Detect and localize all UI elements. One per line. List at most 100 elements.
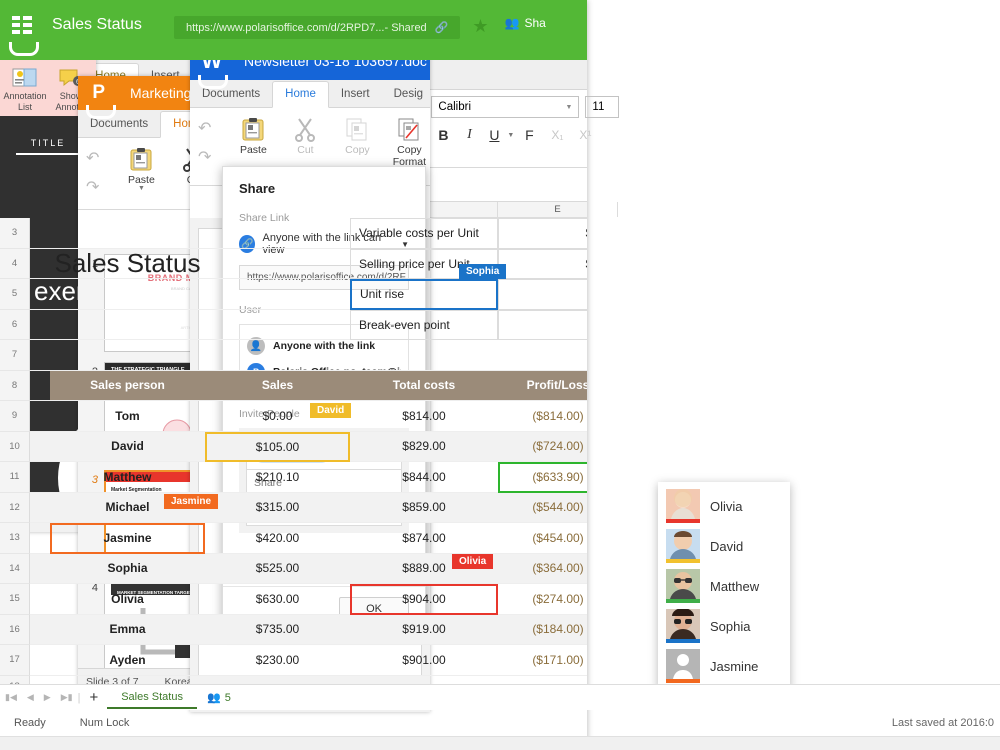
table-row[interactable]: 16 Emma $735.00 $919.00 ($184.00) bbox=[0, 615, 587, 646]
cell-profit-selected-matthew[interactable]: ($633.90) bbox=[498, 462, 587, 493]
row-header[interactable]: 9 bbox=[0, 401, 30, 432]
cell-profit[interactable]: ($724.00) bbox=[498, 432, 587, 463]
grid-row[interactable]: 7 bbox=[0, 340, 587, 371]
row-header[interactable]: 6 bbox=[0, 310, 30, 341]
collaborator-count[interactable]: 👥 5 bbox=[197, 691, 231, 704]
cell-e6[interactable]: 1 bbox=[498, 310, 587, 341]
cell-c6[interactable] bbox=[205, 310, 350, 341]
cell-c7[interactable] bbox=[205, 340, 350, 371]
cell-a9[interactable] bbox=[30, 401, 50, 432]
cell-profit[interactable]: ($814.00) bbox=[498, 401, 587, 432]
cell-e5[interactable] bbox=[498, 279, 587, 310]
sheet-font-group[interactable]: Calibri ▼ 11 B I U ▼ F X₁ X¹ bbox=[421, 94, 619, 143]
cell-sales[interactable]: $420.00 bbox=[205, 523, 350, 554]
table-header-row[interactable]: 8 Sales person Sales Total costs Profit/… bbox=[0, 371, 587, 402]
row-header[interactable]: 11 bbox=[0, 462, 30, 493]
cell-person[interactable]: Sophia bbox=[50, 554, 205, 585]
cell-a10[interactable] bbox=[30, 432, 50, 463]
cell-costs[interactable]: $829.00 bbox=[350, 432, 498, 463]
italic-button[interactable]: I bbox=[457, 127, 481, 143]
collaborator-popup[interactable]: Olivia David Matthew Sophia bbox=[658, 482, 790, 690]
sheet-url-field[interactable]: https://www.polarisoffice.com/d/2RPD7...… bbox=[174, 16, 460, 39]
cell-a3[interactable] bbox=[30, 218, 50, 249]
cell-b4-title[interactable]: Sales Status bbox=[50, 249, 205, 280]
word-tab-insert[interactable]: Insert bbox=[329, 82, 382, 107]
cell-b5[interactable] bbox=[50, 279, 205, 310]
cell-profit[interactable]: ($364.00) bbox=[498, 554, 587, 585]
cell-sales[interactable]: $315.00 bbox=[205, 493, 350, 524]
cell-costs[interactable]: $874.00 bbox=[350, 523, 498, 554]
cell-b6[interactable] bbox=[50, 310, 205, 341]
cell-e3[interactable]: $1.0 bbox=[498, 218, 587, 249]
cell-a6[interactable] bbox=[30, 310, 50, 341]
cell-sales[interactable]: $630.00 bbox=[205, 584, 350, 615]
cell-sales[interactable]: $525.00 bbox=[205, 554, 350, 585]
row-header[interactable]: 17 bbox=[0, 645, 30, 676]
link-pen-icon[interactable]: 🔗 bbox=[435, 21, 449, 34]
row-header[interactable]: 4 bbox=[0, 249, 30, 280]
font-size-select[interactable]: 11 bbox=[585, 96, 619, 118]
cell-profit[interactable]: ($274.00) bbox=[498, 584, 587, 615]
undo-icon[interactable]: ↶ bbox=[86, 148, 99, 168]
cell-b3[interactable] bbox=[50, 218, 205, 249]
cell-a14[interactable] bbox=[30, 554, 50, 585]
undo-icon[interactable]: ↶ bbox=[198, 118, 211, 138]
last-sheet-icon[interactable]: ▶▮ bbox=[56, 692, 78, 703]
next-sheet-icon[interactable]: ▶ bbox=[39, 692, 56, 703]
row-header[interactable]: 16 bbox=[0, 615, 30, 646]
cell-profit[interactable]: ($184.00) bbox=[498, 615, 587, 646]
cell-a15[interactable] bbox=[30, 584, 50, 615]
bold-button[interactable]: B bbox=[431, 127, 455, 143]
cell-profit[interactable]: ($171.00) bbox=[498, 645, 587, 676]
cell-costs-selected-olivia[interactable]: $904.00 bbox=[350, 584, 498, 615]
grid-menu-icon[interactable] bbox=[0, 16, 46, 34]
cell-d5-selected[interactable]: Unit rise bbox=[350, 279, 498, 310]
table-row[interactable]: 15 Olivia $630.00 $904.00 ($274.00) bbox=[0, 584, 587, 615]
cell-person[interactable]: Matthew bbox=[50, 462, 205, 493]
word-copy-format-button[interactable]: Copy Format bbox=[383, 112, 430, 168]
chevron-down-icon[interactable]: ▼ bbox=[138, 186, 145, 192]
share-button[interactable]: 👥 Sha bbox=[505, 16, 546, 30]
cell-costs[interactable]: $859.00 bbox=[350, 493, 498, 524]
table-row[interactable]: 9 Tom $0.00 $814.00 ($814.00) bbox=[0, 401, 587, 432]
cell-costs[interactable]: $901.00 bbox=[350, 645, 498, 676]
word-cut-button[interactable]: Cut bbox=[279, 112, 331, 156]
cell-a7[interactable] bbox=[30, 340, 50, 371]
cell-e7[interactable] bbox=[498, 340, 587, 371]
plus-icon[interactable]: + bbox=[80, 689, 107, 706]
column-header-e[interactable]: E bbox=[498, 202, 618, 217]
sheet-tab-sales-status[interactable]: Sales Status bbox=[107, 687, 197, 709]
cell-b7[interactable] bbox=[50, 340, 205, 371]
collaborator-row[interactable]: Jasmine bbox=[658, 646, 790, 686]
cell-profit[interactable]: ($454.00) bbox=[498, 523, 587, 554]
row-header[interactable]: 8 bbox=[0, 371, 30, 402]
cell-d6[interactable]: Break-even point bbox=[350, 310, 498, 341]
row-header[interactable]: 13 bbox=[0, 523, 30, 554]
cell-person[interactable]: Emma bbox=[50, 615, 205, 646]
cell-person[interactable]: David bbox=[50, 432, 205, 463]
star-icon[interactable]: ★ bbox=[472, 16, 488, 37]
row-header[interactable]: 10 bbox=[0, 432, 30, 463]
cell-person[interactable]: Ayden bbox=[50, 645, 205, 676]
annotation-list-button[interactable]: Annotation List bbox=[2, 62, 48, 112]
redo-icon[interactable]: ↷ bbox=[198, 147, 211, 167]
collaborator-row[interactable]: David bbox=[658, 526, 790, 566]
cell-person[interactable]: Tom bbox=[50, 401, 205, 432]
table-row[interactable]: 14 Sophia $525.00 $889.00 ($364.00) bbox=[0, 554, 587, 585]
cell-costs[interactable]: $919.00 bbox=[350, 615, 498, 646]
font-name-select[interactable]: Calibri ▼ bbox=[431, 96, 579, 118]
row-header[interactable]: 15 bbox=[0, 584, 30, 615]
spreadsheet-grid[interactable]: 3 Variable costs per Unit $1.0 4 Sales S… bbox=[0, 218, 587, 707]
row-header[interactable]: 14 bbox=[0, 554, 30, 585]
word-paste-button[interactable]: Paste bbox=[227, 112, 279, 156]
cell-sales[interactable]: $230.00 bbox=[205, 645, 350, 676]
cell-costs[interactable]: $844.00 bbox=[350, 462, 498, 493]
table-row[interactable]: 13 Jasmine $420.00 $874.00 ($454.00) bbox=[0, 523, 587, 554]
row-header[interactable]: 7 bbox=[0, 340, 30, 371]
ppt-undo-redo-group[interactable]: ↶ ↷ bbox=[80, 142, 109, 197]
cell-profit[interactable]: ($544.00) bbox=[498, 493, 587, 524]
cell-sales[interactable]: $735.00 bbox=[205, 615, 350, 646]
first-sheet-icon[interactable]: ▮◀ bbox=[0, 692, 22, 703]
collaborator-row[interactable]: Sophia bbox=[658, 606, 790, 646]
cell-a4[interactable] bbox=[30, 249, 50, 280]
